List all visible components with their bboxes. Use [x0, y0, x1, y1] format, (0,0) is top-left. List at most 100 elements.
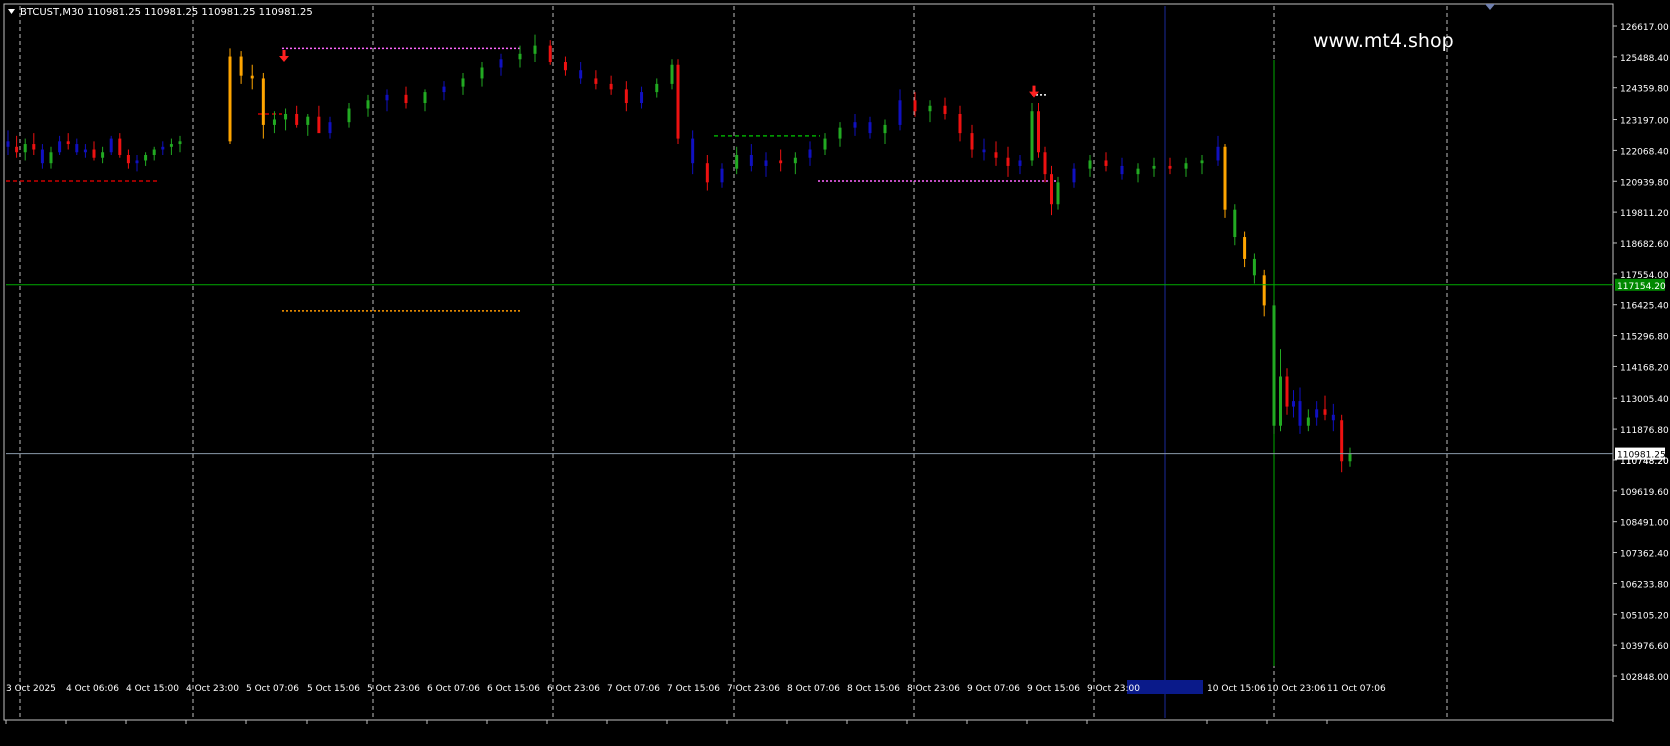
- price-axis[interactable]: 126617.00 125488.40 124359.80 123197.00 1220…: [1613, 23, 1669, 683]
- x-tick-label: 10 Oct 15:06: [1207, 684, 1266, 694]
- candle-body: [868, 122, 872, 134]
- x-tick-label: 7 Oct 15:06: [667, 684, 720, 694]
- candle-body: [1216, 146, 1220, 161]
- candle-body: [92, 149, 96, 158]
- y-tick-label: 124359.80: [1620, 85, 1669, 95]
- x-tick-label: 9 Oct 15:06: [1027, 684, 1080, 694]
- candle-body: [1252, 258, 1256, 276]
- candle-body: [779, 160, 783, 164]
- candle-body: [1152, 165, 1156, 169]
- y-tick-label: 106233.80: [1620, 580, 1669, 590]
- candle-body: [118, 138, 122, 155]
- candle-body: [328, 122, 332, 134]
- y-tick-label: 111876.80: [1620, 426, 1669, 436]
- candle-body: [1168, 165, 1172, 169]
- candle-body: [40, 149, 44, 164]
- candle-body: [15, 146, 19, 153]
- y-tick-label: 115296.80: [1620, 333, 1669, 343]
- candle-body: [1285, 376, 1289, 407]
- candle-body: [228, 56, 232, 142]
- current-price-tag-label: 110981.25: [1617, 451, 1666, 461]
- candle-body: [161, 146, 165, 150]
- candle-body: [1184, 163, 1188, 169]
- x-tick-label: 9 Oct 07:06: [967, 684, 1020, 694]
- candle-body: [982, 149, 986, 153]
- candle-body: [239, 56, 243, 76]
- y-tick-label: 107362.40: [1620, 550, 1669, 560]
- candle-body: [366, 100, 370, 109]
- y-tick-label: 123197.00: [1620, 117, 1669, 127]
- y-tick-label: 116425.40: [1620, 302, 1669, 312]
- candle-body: [272, 119, 276, 125]
- candle-body: [913, 100, 917, 112]
- candle-body: [518, 53, 522, 60]
- candle-body: [1037, 111, 1040, 153]
- candle-body: [1348, 453, 1352, 462]
- y-tick-label: 126617.00: [1620, 23, 1669, 33]
- x-tick-label: 5 Oct 15:06: [307, 684, 360, 694]
- candle-body: [1315, 409, 1319, 418]
- candle-body: [58, 141, 62, 153]
- candle-body: [1050, 174, 1053, 205]
- candle-body: [135, 160, 139, 164]
- candle-body: [32, 144, 36, 150]
- candle-body: [306, 116, 310, 125]
- candle-body: [691, 138, 695, 164]
- y-tick-label: 105105.20: [1620, 611, 1669, 621]
- candle-body: [928, 105, 932, 112]
- candle-body: [169, 144, 173, 147]
- candle-body: [23, 144, 27, 153]
- candle-body: [676, 64, 680, 139]
- candle-body: [563, 62, 567, 71]
- candle-body: [1104, 160, 1108, 166]
- candle-body: [624, 89, 628, 104]
- candle-body: [250, 75, 254, 79]
- x-tick-label: 8 Oct 15:06: [847, 684, 900, 694]
- candle-body: [101, 152, 105, 158]
- candle-body: [144, 154, 148, 161]
- candle-body: [883, 124, 887, 134]
- candle-body: [1233, 209, 1237, 238]
- candle-body: [670, 64, 674, 84]
- y-tick-label: 113005.40: [1620, 395, 1669, 405]
- candle-body: [66, 141, 70, 145]
- candle-body: [317, 116, 321, 134]
- candle-body: [1088, 160, 1092, 169]
- candle-body: [853, 122, 857, 128]
- x-tick-label: 4 Oct 23:00: [186, 684, 239, 694]
- y-tick-label: 109619.60: [1620, 488, 1669, 498]
- chart-frame: [3, 3, 1614, 721]
- candle-body: [6, 141, 10, 147]
- x-tick-label: 3 Oct 2025: [6, 684, 56, 694]
- candle-body: [1262, 275, 1266, 306]
- candle-body: [749, 154, 753, 166]
- x-tick-label: 8 Oct 07:06: [787, 684, 840, 694]
- candle-body: [1272, 305, 1276, 426]
- candle-body: [898, 100, 902, 125]
- y-tick-label: 114168.20: [1620, 363, 1669, 373]
- x-tick-label: 8 Oct 23:06: [907, 684, 960, 694]
- candle-body: [1043, 152, 1047, 175]
- candle-body: [480, 67, 484, 79]
- candle-body: [404, 94, 408, 104]
- candle-body: [1340, 420, 1344, 462]
- y-tick-label: 102848.00: [1620, 673, 1669, 683]
- candle-body: [808, 149, 812, 158]
- candle-body: [178, 141, 182, 145]
- x-tick-label: 11 Oct 07:06: [1327, 684, 1386, 694]
- candle-body: [764, 160, 768, 166]
- candle-body: [75, 144, 79, 153]
- candle-body: [1030, 111, 1034, 161]
- watermark: www.mt4.shop: [1313, 30, 1454, 52]
- candle-body: [1056, 182, 1060, 205]
- x-tick-label: 6 Oct 15:06: [487, 684, 540, 694]
- candle-body: [1323, 409, 1327, 415]
- candle-body: [1279, 376, 1282, 426]
- x-tick-label: 5 Oct 23:06: [367, 684, 420, 694]
- candle-body: [461, 78, 465, 87]
- price-chart[interactable]: 126617.00 125488.40 124359.80 123197.00 1220…: [0, 0, 1670, 746]
- candle-body: [823, 138, 827, 150]
- x-tick-label: 4 Oct 15:00: [126, 684, 179, 694]
- candle-body: [1200, 160, 1204, 164]
- candle-body: [943, 105, 947, 114]
